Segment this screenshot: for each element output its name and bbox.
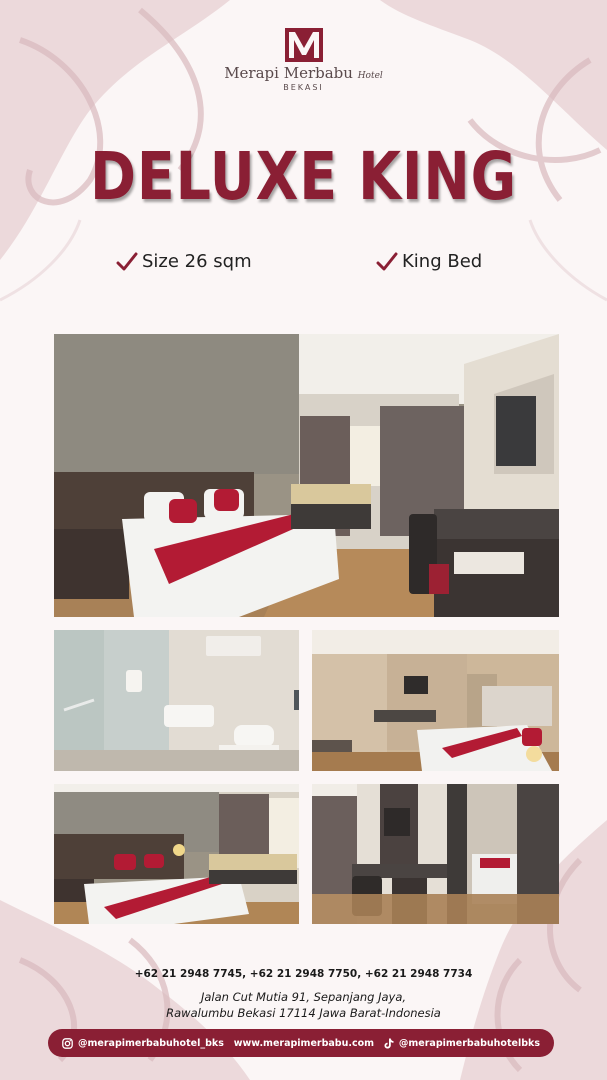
address-line-1: Jalan Cut Mutia 91, Sepanjang Jaya, (200, 990, 407, 1004)
room-overview-photo (312, 630, 559, 771)
feature-bed-label: King Bed (402, 251, 483, 272)
website-link[interactable]: www.merapimerbabu.com (234, 1038, 374, 1049)
room-title: DELUXE KING (90, 138, 517, 215)
instagram-link[interactable]: @merapimerbabuhotel_bks (62, 1038, 224, 1049)
bedroom-main-photo (54, 334, 559, 617)
footer-social-bar: @merapimerbabuhotel_bks www.merapimerbab… (48, 1029, 554, 1057)
feature-size: Size 26 sqm (116, 251, 252, 272)
instagram-icon (62, 1037, 73, 1049)
checkmark-icon (376, 252, 398, 270)
tiktok-link[interactable]: @merapimerbabuhotelbks (384, 1038, 540, 1049)
phone-numbers: +62 21 2948 7745, +62 21 2948 7750, +62 … (134, 968, 473, 980)
website-url: www.merapimerbabu.com (233, 1037, 375, 1049)
logo-brand-suffix: Hotel (357, 71, 383, 81)
bathroom-photo (54, 630, 299, 771)
instagram-handle: @merapimerbabuhotel_bks (78, 1037, 224, 1049)
feature-bed: King Bed (376, 251, 482, 272)
checkmark-icon (116, 252, 138, 270)
logo-mark-icon (284, 28, 323, 62)
hotel-logo: Merapi Merbabu Hotel BEKASI (0, 28, 607, 92)
tiktok-icon (384, 1038, 394, 1048)
bed-sofa-photo (54, 784, 299, 924)
logo-city: BEKASI (283, 83, 324, 92)
desk-tv-photo (312, 784, 559, 924)
feature-size-label: Size 26 sqm (142, 251, 252, 272)
address-line-2: Rawalumbu Bekasi 17114 Jawa Barat-Indone… (166, 1006, 441, 1020)
promo-page: Merapi Merbabu Hotel BEKASI DELUXE KING … (0, 0, 607, 1080)
tiktok-handle: @merapimerbabuhotelbks (398, 1037, 540, 1049)
logo-brand-name: Merapi Merbabu (224, 64, 353, 82)
